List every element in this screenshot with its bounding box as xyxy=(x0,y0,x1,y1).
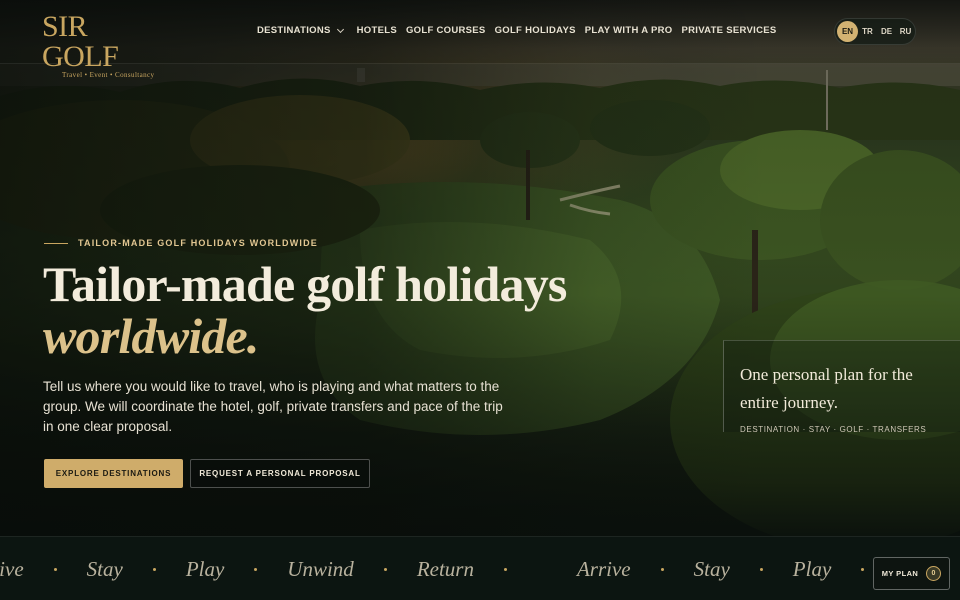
ticker-dot xyxy=(383,567,387,571)
eyebrow-text: TAILOR-MADE GOLF HOLIDAYS WORLDWIDE xyxy=(78,238,318,248)
nav-item-golf-holidays[interactable]: GOLF HOLIDAYS xyxy=(495,25,576,36)
ticker-word: Return xyxy=(416,556,474,581)
eyebrow-rule xyxy=(44,242,68,244)
ticker-word: Arrive xyxy=(0,556,24,581)
chevron-down-icon xyxy=(336,25,344,33)
my-plan-button[interactable]: MY PLAN 0 xyxy=(873,557,950,590)
nav-item-private-services[interactable]: PRIVATE SERVICES xyxy=(681,25,776,36)
language-switcher: EN TR DE RU xyxy=(834,18,916,45)
marquee-strip: Arrive Stay Play Unwind Return Arrive St… xyxy=(0,536,960,600)
logo-tagline: Travel • Event • Consultancy xyxy=(62,71,155,79)
my-plan-label: MY PLAN xyxy=(881,569,919,578)
ticker-word: Play xyxy=(185,556,225,581)
ticker-dot xyxy=(53,567,57,571)
lang-option-tr[interactable]: TR xyxy=(858,27,877,36)
headline-line-2: worldwide. xyxy=(43,308,259,364)
hero-eyebrow: TAILOR-MADE GOLF HOLIDAYS WORLDWIDE xyxy=(44,238,318,248)
hero-headline: Tailor-made golf holidays worldwide. xyxy=(43,258,603,362)
headline-line-1: Tailor-made golf holidays xyxy=(43,256,567,312)
logo-wordmark: SIR GOLF xyxy=(42,10,119,73)
ticker-dot xyxy=(503,567,507,571)
explore-destinations-button[interactable]: EXPLORE DESTINATIONS xyxy=(44,459,183,488)
nav-item-hotels[interactable]: HOTELS xyxy=(357,25,397,36)
ticker-word: Stay xyxy=(86,556,123,581)
nav-item-play-with-a-pro[interactable]: PLAY WITH A PRO xyxy=(585,25,673,36)
ticker-dot xyxy=(861,567,865,571)
lang-option-de[interactable]: DE xyxy=(877,27,896,36)
ticker-dot xyxy=(759,567,763,571)
nav-item-destinations[interactable]: DESTINATIONS xyxy=(257,25,348,36)
ticker-dot xyxy=(254,567,258,571)
nav-label-destinations: DESTINATIONS xyxy=(257,25,331,36)
journey-card-title: One personal plan for the entire journey… xyxy=(740,365,913,412)
marquee-ticker: Arrive Stay Play Unwind Return Arrive St… xyxy=(0,537,894,600)
my-plan-count-badge: 0 xyxy=(926,566,942,581)
lang-option-en[interactable]: EN xyxy=(837,21,858,42)
ticker-dot xyxy=(152,567,156,571)
request-proposal-button[interactable]: REQUEST A PERSONAL PROPOSAL xyxy=(190,459,370,488)
ticker-word: Stay xyxy=(693,556,730,581)
journey-card-meta: DESTINATION · STAY · GOLF · TRANSFERS xyxy=(740,425,927,434)
ticker-dot xyxy=(660,567,664,571)
lang-option-ru[interactable]: RU xyxy=(896,27,915,36)
main-nav: DESTINATIONS HOTELS GOLF COURSES GOLF HO… xyxy=(257,25,786,36)
ticker-word: Play xyxy=(792,556,832,581)
ticker-word: Arrive xyxy=(576,556,631,581)
site-header: SIR GOLF Travel • Event • Consultancy DE… xyxy=(0,0,960,80)
hero-lede: Tell us where you would like to travel, … xyxy=(43,379,503,434)
journey-card: One personal plan for the entire journey… xyxy=(723,340,960,434)
brand-logo[interactable]: SIR GOLF Travel • Event • Consultancy xyxy=(42,12,160,80)
ticker-word: Unwind xyxy=(287,556,354,581)
nav-item-golf-courses[interactable]: GOLF COURSES xyxy=(406,25,486,36)
